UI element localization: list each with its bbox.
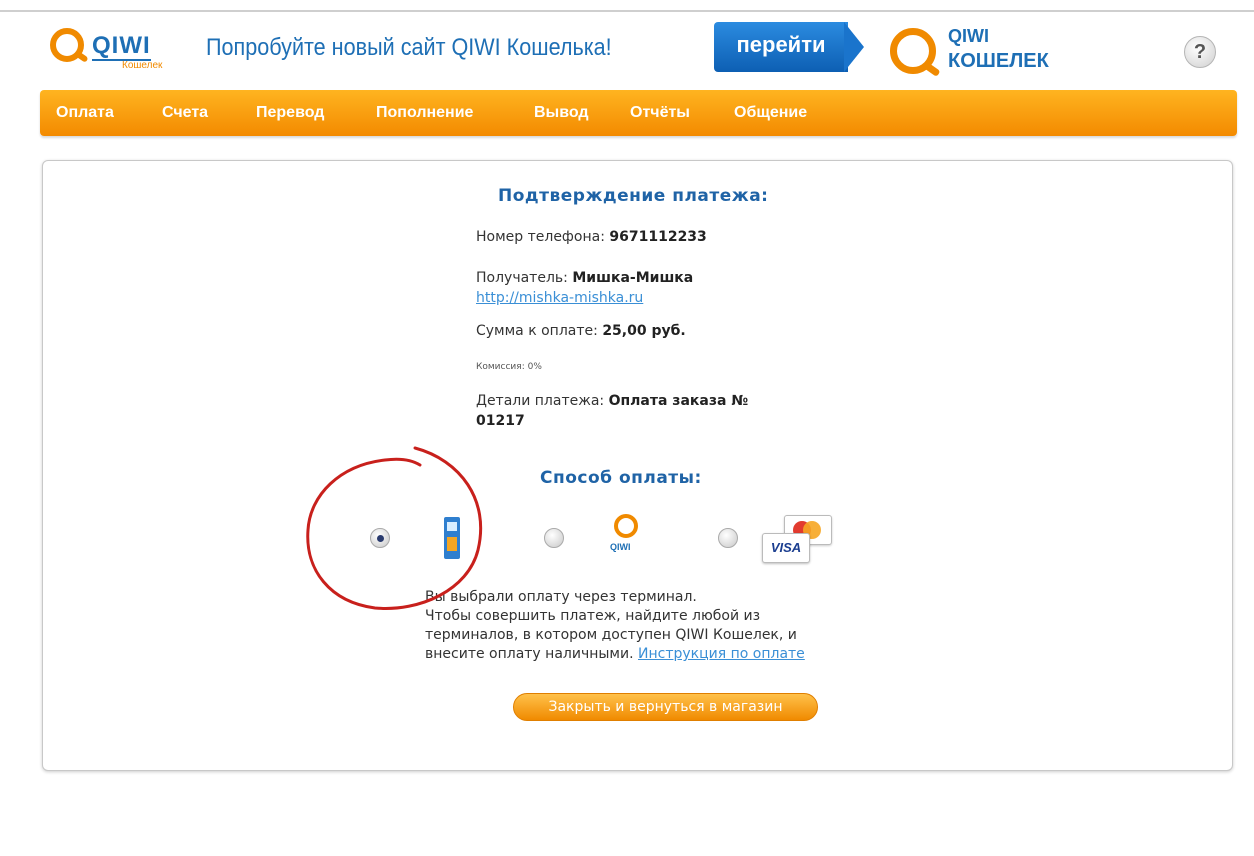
commission-text: Комиссия: 0% [476,362,542,372]
radio-qiwi-wallet[interactable] [544,528,564,548]
info-line4: внесите оплату наличными. Инструкция по … [425,645,885,664]
qiwi-wallet-icon[interactable]: QIWI [608,514,648,560]
info-line4-text: внесите оплату наличными. [425,646,634,662]
content-panel [42,160,1233,771]
radio-terminal[interactable] [370,528,390,548]
logo2-line2: КОШЕЛЕК [948,50,1049,72]
payment-info: Вы выбрали оплату через терминал. Чтобы … [425,588,885,664]
qiwi-logo[interactable]: QIWI Кошелек [50,24,180,74]
logo-text: QIWI [92,32,151,61]
promo-text: Попробуйте новый сайт QIWI Кошелька! [206,34,612,61]
info-line3: терминалов, в котором доступен QIWI Коше… [425,627,797,643]
phone-label: Номер телефона: [476,229,605,245]
recipient-link[interactable]: http://mishka-mishka.ru [476,290,643,306]
nav-item-invoices[interactable]: Счета [162,90,208,136]
nav-item-messages[interactable]: Общение [734,90,807,136]
logo-sub: Кошелек [122,60,163,71]
details-value-line1: Оплата заказа № [608,393,749,409]
radio-bank-card[interactable] [718,528,738,548]
nav-item-withdraw[interactable]: Вывод [534,90,589,136]
recipient-value: Мишка-Мишка [572,270,694,286]
qiwi-logo-tail [75,51,89,63]
recipient-row: Получатель: Мишка-Мишка [476,270,693,286]
nav-item-reports[interactable]: Отчёты [630,90,690,136]
details-row: Детали платежа: Оплата заказа № [476,393,748,409]
qiwi-wallet-logo-tail [923,62,941,77]
close-return-button[interactable]: Закрыть и вернуться в магазин [513,693,818,721]
info-line1: Вы выбрали оплату через терминал. [425,589,697,605]
terminal-icon[interactable] [442,517,462,559]
sum-value: 25,00 руб. [602,323,686,339]
main-nav: Оплата Счета Перевод Пополнение Вывод От… [40,90,1237,136]
visa-icon: VISA [762,533,810,563]
phone-value: 9671112233 [609,229,707,245]
phone-row: Номер телефона: 9671112233 [476,229,707,245]
confirm-title: Подтверждение платежа: [498,186,769,206]
details-label: Детали платежа: [476,393,605,409]
nav-item-payment[interactable]: Оплата [56,90,114,136]
bank-card-icon[interactable]: VISA [762,515,834,563]
help-icon[interactable]: ? [1184,36,1216,68]
instruction-link[interactable]: Инструкция по оплате [638,646,805,662]
qiwi-wallet-icon-label: QIWI [610,542,631,552]
go-button-label: перейти [736,32,826,57]
sum-row: Сумма к оплате: 25,00 руб. [476,323,686,339]
recipient-label: Получатель: [476,270,568,286]
payment-title: Способ оплаты: [540,468,702,488]
nav-item-topup[interactable]: Пополнение [376,90,473,136]
qiwi-wallet-logo[interactable]: QIWI КОШЕЛЕК [890,22,1070,78]
info-line2: Чтобы совершить платеж, найдите любой из [425,608,761,624]
sum-label: Сумма к оплате: [476,323,598,339]
logo2-line1: QIWI [948,26,989,46]
go-button[interactable]: перейти [714,22,864,72]
details-value-line2: 01217 [476,413,525,429]
nav-item-transfer[interactable]: Перевод [256,90,324,136]
top-divider [0,10,1254,12]
